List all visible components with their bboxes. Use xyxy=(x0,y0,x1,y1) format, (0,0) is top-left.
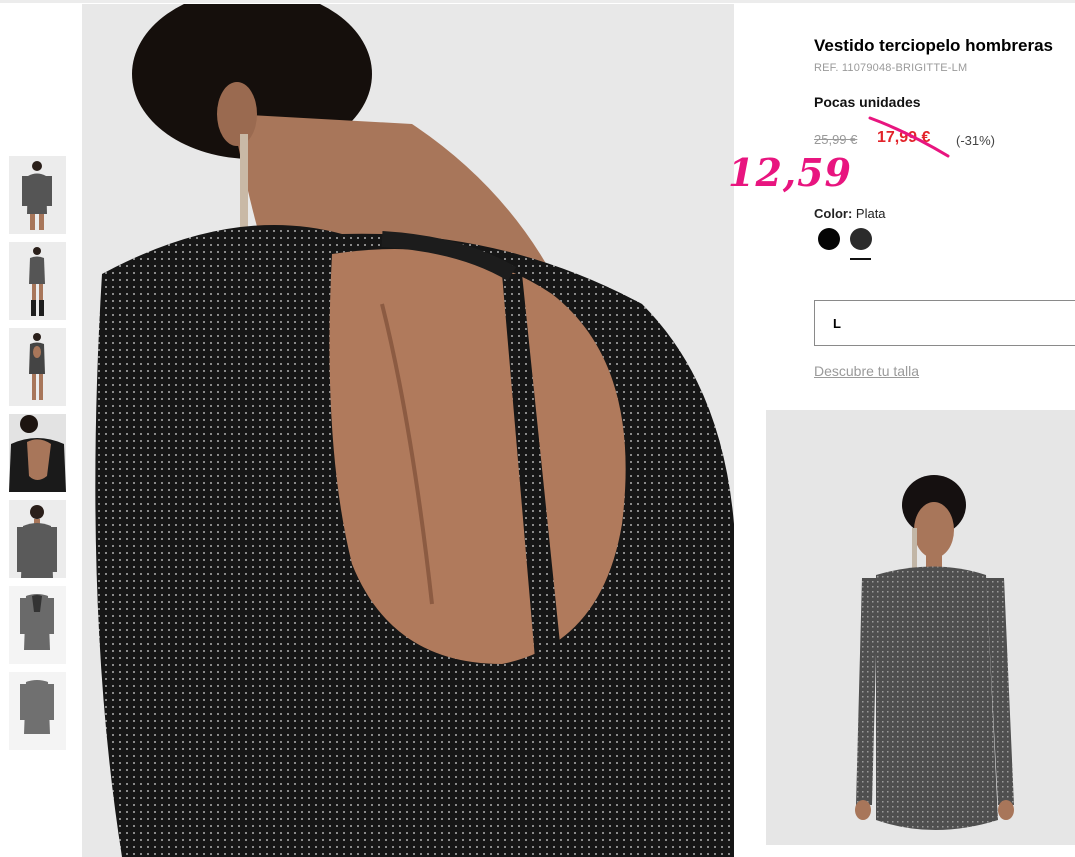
stock-status: Pocas unidades xyxy=(814,94,921,110)
thumbnail-pack-shot-front[interactable] xyxy=(9,672,66,750)
silver-swatch[interactable] xyxy=(850,228,872,250)
selected-swatch-indicator xyxy=(850,258,871,260)
black-swatch[interactable] xyxy=(818,228,840,250)
size-selector[interactable]: L xyxy=(814,300,1075,346)
discount-percentage: (-31%) xyxy=(956,133,996,148)
handwritten-strike-mark xyxy=(868,116,950,158)
handwritten-price-annotation: 12,59 xyxy=(728,150,852,195)
color-label-text: Color: xyxy=(814,206,853,221)
thumbnail-full-body-boots[interactable] xyxy=(9,242,66,320)
product-title: Vestido terciopelo hombreras xyxy=(814,36,1054,55)
thumbnail-front-view[interactable] xyxy=(9,156,66,234)
size-selected-value: L xyxy=(833,316,841,331)
size-guide-link[interactable]: Descubre tu talla xyxy=(814,363,919,379)
thumbnail-back-detail[interactable] xyxy=(9,414,66,492)
original-price: 25,99 € xyxy=(814,132,858,147)
product-reference: REF. 11079048-BRIGITTE-LM xyxy=(814,62,968,74)
thumbnail-upper-front[interactable] xyxy=(9,500,66,578)
color-value: Plata xyxy=(855,206,886,221)
secondary-product-image[interactable] xyxy=(766,410,1075,845)
main-product-image[interactable] xyxy=(82,4,734,857)
top-border xyxy=(0,0,1075,3)
color-label: Color: Plata xyxy=(814,206,886,221)
thumbnail-pack-shot-back[interactable] xyxy=(9,586,66,664)
thumbnail-back-full[interactable] xyxy=(9,328,66,406)
